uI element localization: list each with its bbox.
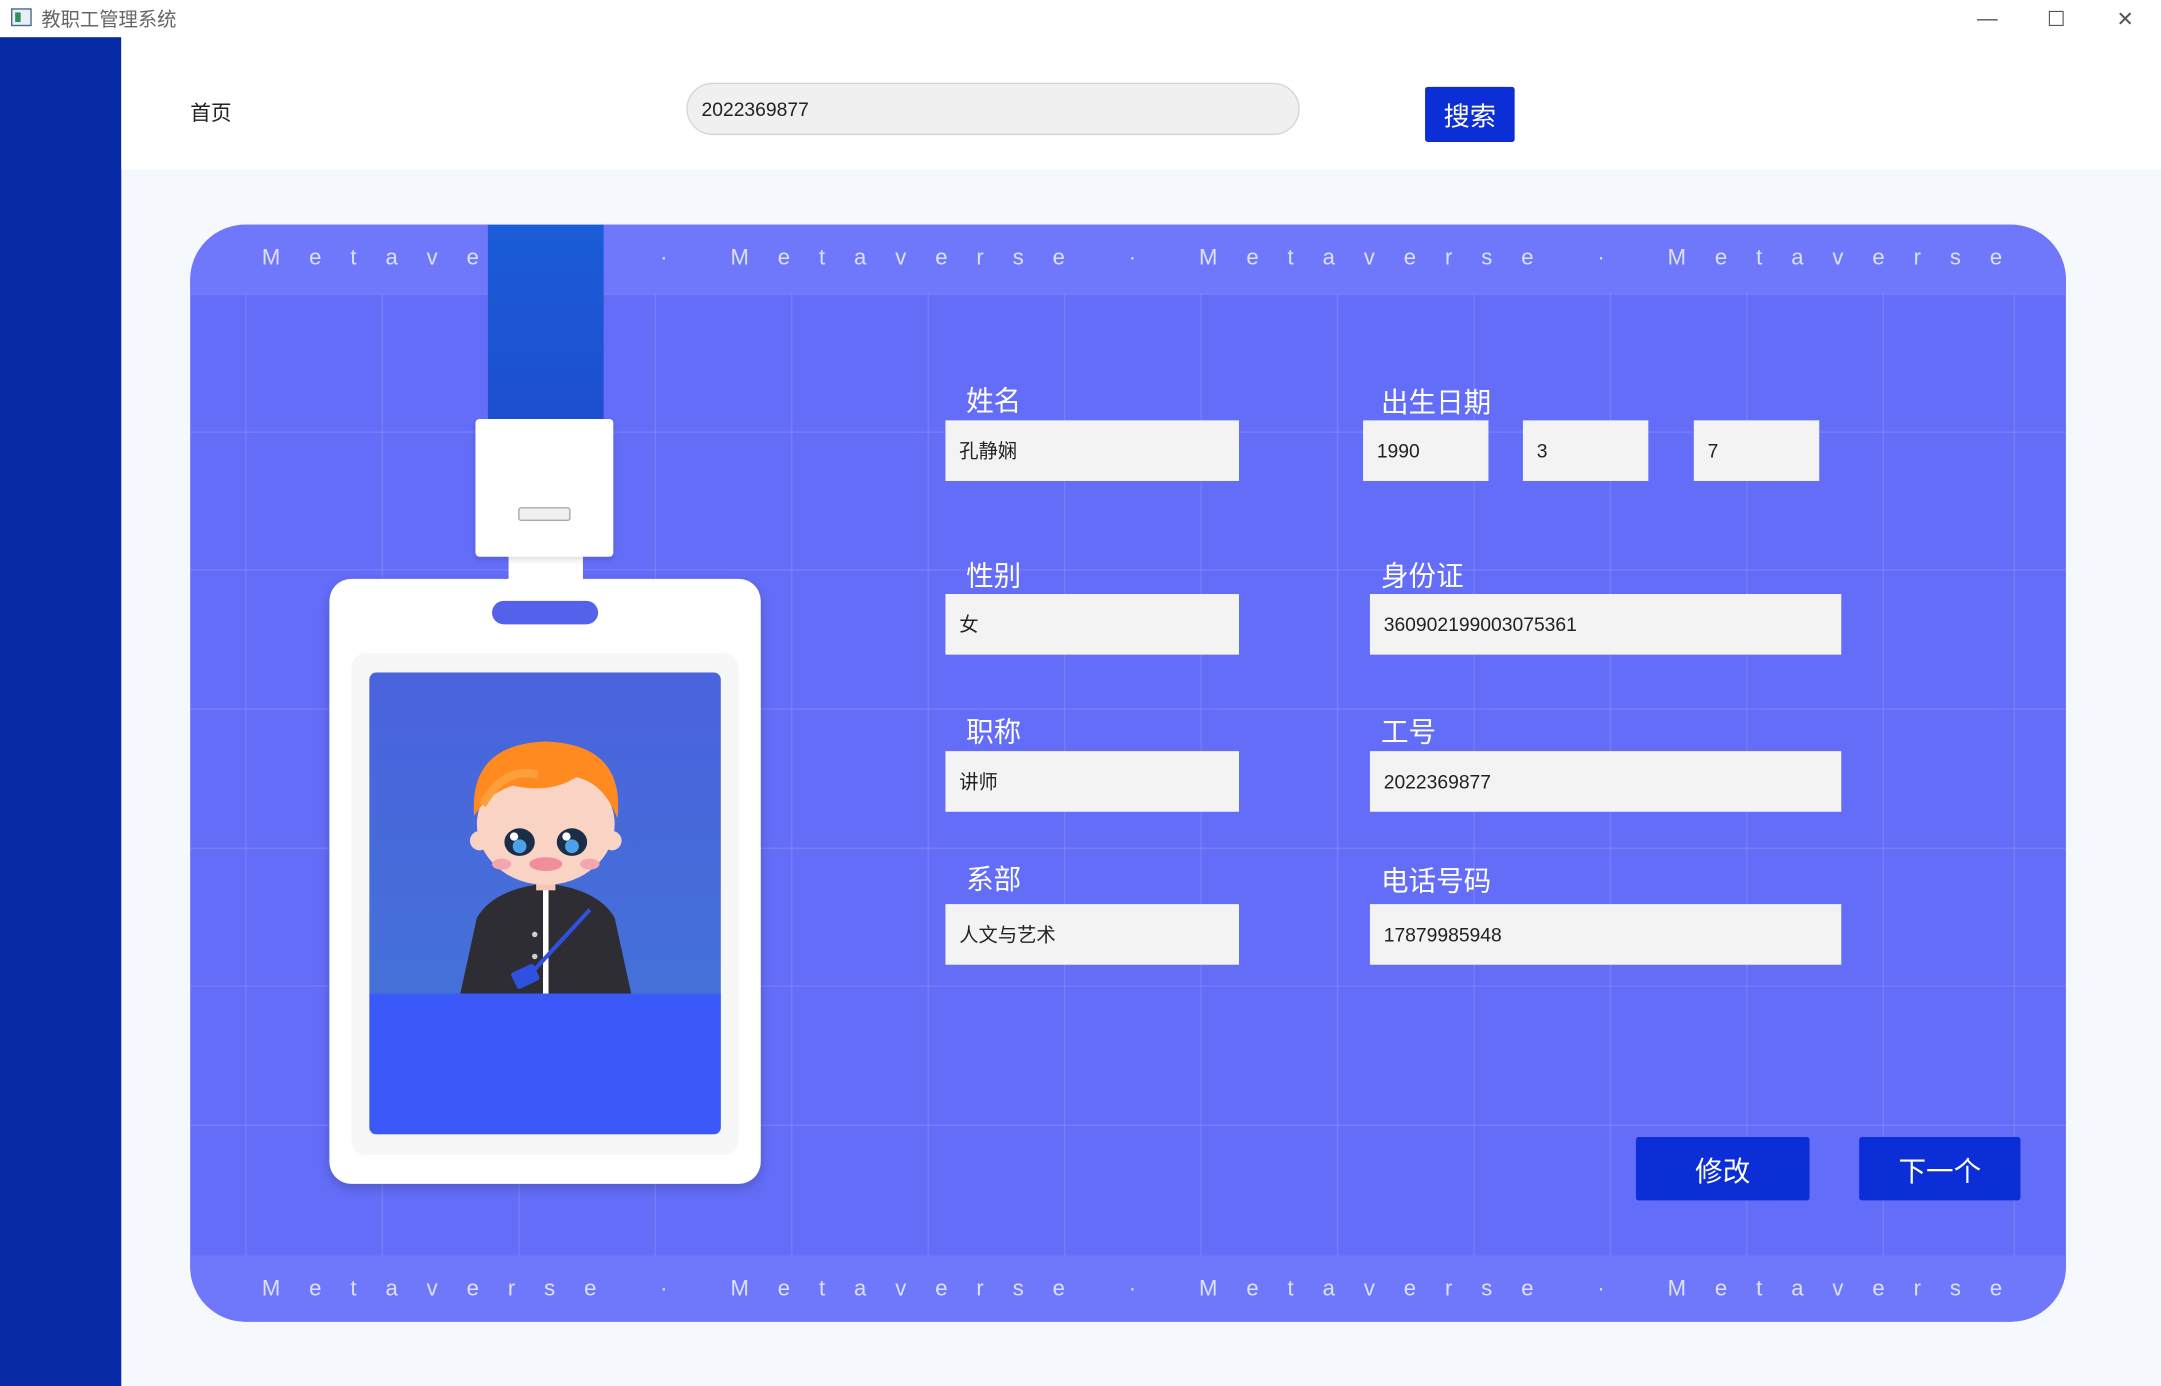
avatar-illustration — [460, 741, 632, 994]
edit-button[interactable]: 修改 — [1635, 1137, 1810, 1201]
home-nav-label[interactable]: 首页 — [190, 98, 231, 127]
band-word: Metaverse — [1199, 1277, 1563, 1302]
next-button[interactable]: 下一个 — [1859, 1137, 2021, 1201]
grid-line — [791, 224, 793, 1322]
app-icon — [11, 8, 32, 27]
metaverse-band-bottom: Metaverse · Metaverse · Metaverse · Meta… — [190, 1255, 2066, 1322]
id-card-label: 身份证 — [1380, 562, 1464, 593]
sidebar — [0, 37, 122, 1386]
grid-line — [1336, 224, 1339, 1322]
id-card-field[interactable] — [1369, 594, 1842, 655]
lanyard-strap — [487, 224, 604, 422]
avatar-photo — [369, 672, 721, 1135]
name-label: 姓名 — [966, 387, 1022, 418]
title-field[interactable] — [945, 751, 1240, 812]
band-separator: · — [1128, 246, 1137, 271]
band-separator: · — [1128, 1277, 1137, 1302]
gender-field[interactable] — [945, 594, 1240, 655]
band-separator: · — [660, 246, 668, 271]
department-field[interactable] — [945, 904, 1240, 965]
photo-lower-panel — [369, 993, 721, 1135]
search-input[interactable] — [686, 82, 1300, 136]
band-word: Metaverse — [730, 246, 1094, 271]
employee-no-field[interactable] — [1369, 751, 1842, 812]
header: 首页 搜索 — [121, 37, 2161, 170]
birth-month-field[interactable] — [1522, 420, 1649, 481]
phone-label: 电话号码 — [1380, 866, 1492, 898]
band-word: Metaverse — [1667, 1277, 2032, 1302]
grid-line — [245, 224, 247, 1322]
title-bar: 教职工管理系统 — ☐ ✕ — [0, 0, 2161, 38]
name-field[interactable] — [945, 420, 1240, 481]
birth-date-label: 出生日期 — [1380, 388, 1492, 419]
badge-slot — [492, 600, 599, 625]
grid-line — [927, 224, 929, 1322]
gender-label: 性别 — [966, 562, 1022, 593]
band-separator: · — [660, 1277, 668, 1302]
window-title: 教职工管理系统 — [41, 8, 177, 31]
band-separator: · — [1597, 246, 1605, 271]
band-word: Metaverse — [261, 1277, 626, 1302]
band-separator: · — [1597, 1277, 1605, 1302]
close-icon[interactable]: ✕ — [2093, 0, 2156, 37]
employee-no-label: 工号 — [1380, 718, 1437, 749]
grid-line — [190, 293, 2066, 295]
phone-field[interactable] — [1369, 904, 1842, 965]
badge-clip-slot — [518, 507, 571, 521]
maximize-icon[interactable]: ☐ — [2025, 0, 2088, 37]
birth-day-field[interactable] — [1693, 420, 1820, 481]
band-word: Metaverse — [1667, 246, 2032, 271]
search-button[interactable]: 搜索 — [1425, 86, 1515, 142]
department-label: 系部 — [966, 865, 1022, 896]
birth-year-field[interactable] — [1363, 420, 1489, 481]
title-label: 职称 — [966, 718, 1022, 749]
minimize-icon[interactable]: — — [1956, 0, 2019, 37]
grid-line — [190, 569, 2066, 571]
band-word: Metaverse — [730, 1277, 1094, 1302]
app-window: 教职工管理系统 — ☐ ✕ 首页 搜索 Metaverse · — [0, 0, 2161, 1386]
metaverse-band-top: Metaverse · Metaverse · Metaverse · Meta… — [190, 224, 2066, 294]
band-word: Metaverse — [1199, 246, 1563, 271]
staff-card: Metaverse · Metaverse · Metaverse · Meta… — [190, 224, 2066, 1322]
badge-clip — [475, 418, 614, 557]
